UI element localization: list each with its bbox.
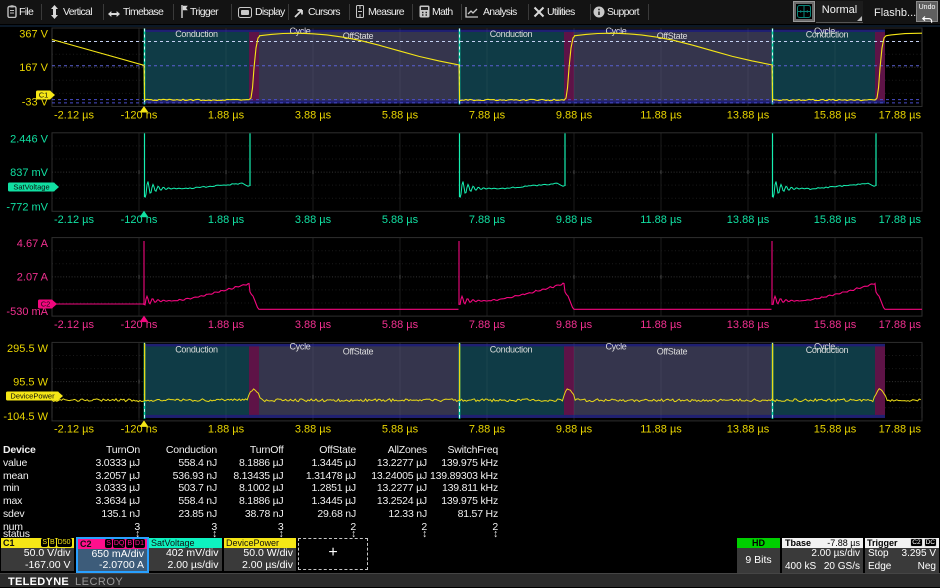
svg-text:C2: C2 xyxy=(41,300,51,309)
svg-text:13.88 µs: 13.88 µs xyxy=(727,319,770,331)
svg-text:C1: C1 xyxy=(39,91,49,100)
svg-text:Cycle: Cycle xyxy=(289,342,310,352)
svg-text:-120 ns: -120 ns xyxy=(121,109,158,121)
svg-text:11.88 µs: 11.88 µs xyxy=(640,319,682,331)
svg-text:OffState: OffState xyxy=(343,31,374,41)
svg-text:13.88 µs: 13.88 µs xyxy=(727,214,770,226)
svg-text:Conduction: Conduction xyxy=(806,29,849,39)
svg-text:9.88 µs: 9.88 µs xyxy=(556,424,593,436)
svg-text:-104.5 W: -104.5 W xyxy=(3,411,48,423)
svg-text:5.88 µs: 5.88 µs xyxy=(382,109,419,121)
svg-text:7.88 µs: 7.88 µs xyxy=(469,319,506,331)
svg-text:367 V: 367 V xyxy=(19,29,48,41)
svg-text:7.88 µs: 7.88 µs xyxy=(469,109,506,121)
svg-text:-772 mV: -772 mV xyxy=(6,201,48,213)
svg-text:1.88 µs: 1.88 µs xyxy=(208,319,245,331)
svg-text:3.88 µs: 3.88 µs xyxy=(295,424,332,436)
svg-text:Conduction: Conduction xyxy=(175,29,218,39)
svg-text:Cycle: Cycle xyxy=(605,26,626,36)
svg-text:OffState: OffState xyxy=(657,31,688,41)
svg-text:17.88 µs: 17.88 µs xyxy=(879,319,922,331)
svg-text:-2.12 µs: -2.12 µs xyxy=(54,319,94,331)
svg-text:837 mV: 837 mV xyxy=(10,167,49,179)
svg-text:Conduction: Conduction xyxy=(490,29,533,39)
svg-text:17.88 µs: 17.88 µs xyxy=(879,424,922,436)
svg-text:-120 ns: -120 ns xyxy=(121,319,158,331)
svg-text:2.446 V: 2.446 V xyxy=(10,133,49,145)
svg-text:9.88 µs: 9.88 µs xyxy=(556,319,593,331)
svg-text:-2.12 µs: -2.12 µs xyxy=(54,109,94,121)
svg-text:Conduction: Conduction xyxy=(806,345,849,355)
svg-text:15.88 µs: 15.88 µs xyxy=(814,109,857,121)
svg-text:15.88 µs: 15.88 µs xyxy=(814,424,857,436)
svg-text:11.88 µs: 11.88 µs xyxy=(640,424,682,436)
svg-text:DevicePower: DevicePower xyxy=(10,392,55,401)
svg-text:15.88 µs: 15.88 µs xyxy=(814,319,857,331)
svg-text:3.88 µs: 3.88 µs xyxy=(295,214,332,226)
svg-text:11.88 µs: 11.88 µs xyxy=(640,109,682,121)
svg-text:-2.12 µs: -2.12 µs xyxy=(54,424,94,436)
svg-text:Conduction: Conduction xyxy=(175,345,218,355)
svg-text:4.67 A: 4.67 A xyxy=(17,238,49,250)
svg-text:OffState: OffState xyxy=(343,347,374,357)
svg-text:95.5 W: 95.5 W xyxy=(13,377,48,389)
svg-text:167 V: 167 V xyxy=(19,62,48,74)
svg-text:1.88 µs: 1.88 µs xyxy=(208,109,245,121)
svg-text:-120 ns: -120 ns xyxy=(121,424,158,436)
svg-text:9.88 µs: 9.88 µs xyxy=(556,214,593,226)
svg-text:Cycle: Cycle xyxy=(605,342,626,352)
svg-text:11.88 µs: 11.88 µs xyxy=(640,214,682,226)
svg-text:3.88 µs: 3.88 µs xyxy=(295,109,332,121)
svg-text:SatVoltage: SatVoltage xyxy=(13,183,49,192)
svg-text:7.88 µs: 7.88 µs xyxy=(469,424,506,436)
svg-text:17.88 µs: 17.88 µs xyxy=(879,109,922,121)
svg-text:7.88 µs: 7.88 µs xyxy=(469,214,506,226)
svg-text:13.88 µs: 13.88 µs xyxy=(727,424,770,436)
svg-text:1.88 µs: 1.88 µs xyxy=(208,214,245,226)
svg-text:5.88 µs: 5.88 µs xyxy=(382,319,419,331)
svg-text:-2.12 µs: -2.12 µs xyxy=(54,214,94,226)
svg-text:1.88 µs: 1.88 µs xyxy=(208,424,245,436)
svg-text:9.88 µs: 9.88 µs xyxy=(556,109,593,121)
svg-text:15.88 µs: 15.88 µs xyxy=(814,214,857,226)
svg-text:2.07 A: 2.07 A xyxy=(17,272,49,284)
svg-text:OffState: OffState xyxy=(657,347,688,357)
svg-text:13.88 µs: 13.88 µs xyxy=(727,109,770,121)
svg-text:3.88 µs: 3.88 µs xyxy=(295,319,332,331)
svg-text:17.88 µs: 17.88 µs xyxy=(879,214,922,226)
svg-text:5.88 µs: 5.88 µs xyxy=(382,424,419,436)
svg-text:Cycle: Cycle xyxy=(289,26,310,36)
svg-text:5.88 µs: 5.88 µs xyxy=(382,214,419,226)
svg-text:295.5 W: 295.5 W xyxy=(7,343,49,355)
svg-text:Conduction: Conduction xyxy=(490,345,533,355)
svg-text:-120 ns: -120 ns xyxy=(121,214,158,226)
